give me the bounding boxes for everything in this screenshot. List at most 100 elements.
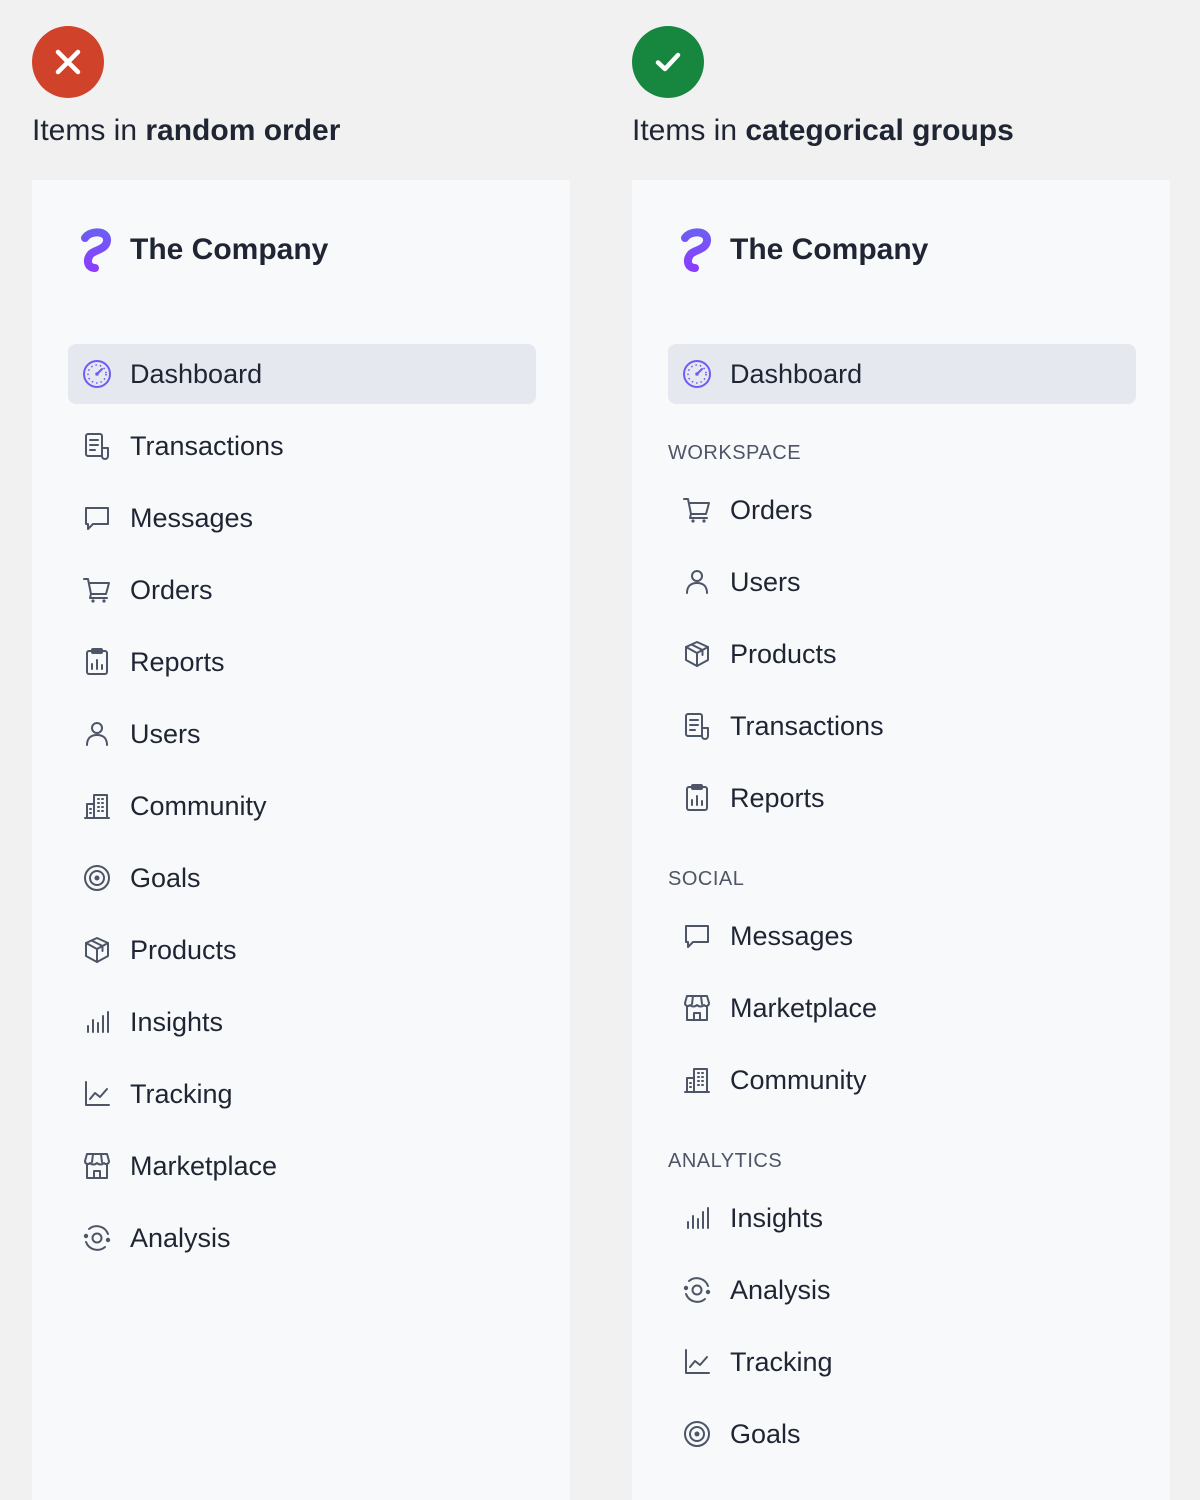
reports-icon (80, 645, 114, 679)
sidebar-item-label: Analysis (730, 1274, 831, 1305)
sidebar-item-label: Products (130, 934, 237, 965)
sidebar-item-transactions[interactable]: Transactions (668, 696, 1136, 756)
sidebar-item-label: Reports (730, 782, 825, 813)
dashboard-icon (680, 357, 714, 391)
sidebar-item-label: Insights (730, 1202, 824, 1233)
company-logo-icon (81, 228, 111, 272)
cart-icon (80, 573, 114, 607)
sidebar-item-label: Goals (130, 862, 201, 893)
transactions-icon (680, 709, 714, 743)
sidebar-item-tracking[interactable]: Tracking (668, 1332, 1136, 1392)
sidebar-item-label: Orders (130, 574, 213, 605)
transactions-icon (80, 429, 114, 463)
brand-name: The Company (130, 233, 329, 266)
sidebar-item-label: Analysis (130, 1222, 231, 1253)
sidebar-panel: The Company Dashboard Transactions Message… (32, 180, 570, 1500)
x-icon (55, 49, 81, 75)
sidebar-item-label: Products (730, 638, 837, 669)
dashboard-icon (80, 357, 114, 391)
section-title-workspace: WORKSPACE (668, 442, 802, 464)
messages-icon (680, 919, 714, 953)
categorical-groups-example: Items in categorical groups The Company … (632, 0, 1170, 1500)
sidebar-item-messages[interactable]: Messages (68, 488, 536, 548)
sidebar-item-insights[interactable]: Insights (668, 1188, 1136, 1248)
sidebar-item-label: Marketplace (730, 992, 878, 1023)
sidebar-item-label: Tracking (130, 1078, 233, 1109)
sidebar-item-reports[interactable]: Reports (668, 768, 1136, 828)
sidebar-item-products[interactable]: Products (68, 920, 536, 980)
error-badge (32, 26, 104, 98)
building-icon (80, 789, 114, 823)
sidebar-item-label: Orders (730, 494, 813, 525)
reports-icon (680, 781, 714, 815)
store-icon (680, 991, 714, 1025)
sidebar-item-community[interactable]: Community (668, 1050, 1136, 1110)
sidebar-item-label: Goals (730, 1418, 801, 1449)
example-heading: Items in random order (32, 114, 340, 148)
section-title-analytics: ANALYTICS (668, 1150, 783, 1172)
sidebar-item-label: Transactions (130, 430, 284, 461)
sidebar-item-users[interactable]: Users (68, 704, 536, 764)
sidebar-item-users[interactable]: Users (668, 552, 1136, 612)
sidebar-item-label: Tracking (730, 1346, 833, 1377)
target-icon (80, 861, 114, 895)
line-chart-icon (680, 1345, 714, 1379)
brand[interactable]: The Company (676, 228, 928, 272)
building-icon (680, 1063, 714, 1097)
brand[interactable]: The Company (76, 228, 328, 272)
sidebar-item-label: Dashboard (130, 358, 263, 389)
package-icon (80, 933, 114, 967)
user-icon (680, 565, 714, 599)
sidebar-item-label: Users (130, 718, 201, 749)
sidebar-item-label: Messages (130, 502, 254, 533)
sidebar-item-label: Transactions (730, 710, 884, 741)
section-title-social: SOCIAL (668, 868, 745, 890)
sidebar-item-orders[interactable]: Orders (668, 480, 1136, 540)
sidebar-item-label: Users (730, 566, 801, 597)
messages-icon (80, 501, 114, 535)
sidebar-item-goals[interactable]: Goals (68, 848, 536, 908)
sidebar-item-products[interactable]: Products (668, 624, 1136, 684)
sidebar-item-marketplace[interactable]: Marketplace (668, 978, 1136, 1038)
example-heading: Items in categorical groups (632, 114, 1014, 148)
sidebar-item-analysis[interactable]: Analysis (668, 1260, 1136, 1320)
package-icon (680, 637, 714, 671)
sidebar-item-analysis[interactable]: Analysis (68, 1208, 536, 1268)
sidebar-item-orders[interactable]: Orders (68, 560, 536, 620)
analysis-icon (80, 1221, 114, 1255)
cart-icon (680, 493, 714, 527)
sidebar-item-label: Dashboard (730, 358, 863, 389)
random-order-example: Items in random order The Company Dashbo… (32, 0, 570, 1500)
sidebar-item-insights[interactable]: Insights (68, 992, 536, 1052)
sidebar-item-messages[interactable]: Messages (668, 906, 1136, 966)
bars-icon (80, 1005, 114, 1039)
check-icon (655, 52, 681, 72)
sidebar-item-label: Marketplace (130, 1150, 278, 1181)
sidebar-item-tracking[interactable]: Tracking (68, 1064, 536, 1124)
sidebar-item-label: Reports (130, 646, 225, 677)
heading-emphasis: categorical groups (745, 114, 1014, 147)
heading-prefix: Items in (632, 114, 746, 147)
sidebar-item-reports[interactable]: Reports (68, 632, 536, 692)
sidebar-item-community[interactable]: Community (68, 776, 536, 836)
success-badge (632, 26, 704, 98)
store-icon (80, 1149, 114, 1183)
sidebar-item-label: Community (130, 790, 267, 821)
user-icon (80, 717, 114, 751)
analysis-icon (680, 1273, 714, 1307)
sidebar-item-marketplace[interactable]: Marketplace (68, 1136, 536, 1196)
line-chart-icon (80, 1077, 114, 1111)
sidebar-item-label: Insights (130, 1006, 224, 1037)
sidebar-item-dashboard[interactable]: Dashboard (668, 344, 1136, 404)
sidebar-item-transactions[interactable]: Transactions (68, 416, 536, 476)
sidebar-item-dashboard[interactable]: Dashboard (68, 344, 536, 404)
sidebar-item-label: Messages (730, 920, 854, 951)
sidebar-item-goals[interactable]: Goals (668, 1404, 1136, 1464)
target-icon (680, 1417, 714, 1451)
sidebar-panel: The Company Dashboard WORKSPACE Orders User… (632, 180, 1170, 1500)
heading-prefix: Items in (32, 114, 146, 147)
bars-icon (680, 1201, 714, 1235)
sidebar-item-label: Community (730, 1064, 867, 1095)
heading-emphasis: random order (145, 114, 341, 147)
company-logo-icon (681, 228, 711, 272)
